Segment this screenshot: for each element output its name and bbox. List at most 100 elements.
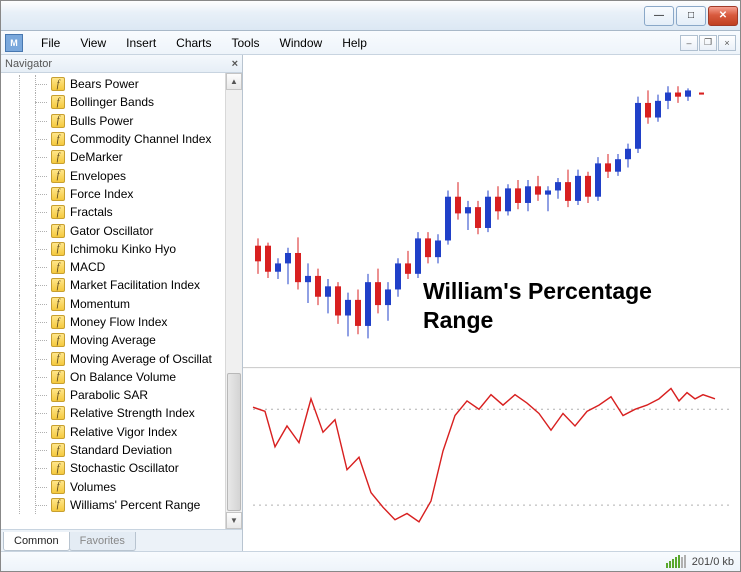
indicator-label: Envelopes [70,169,126,183]
indicator-label: On Balance Volume [70,370,176,384]
indicator-item[interactable]: f Gator Oscillator [3,221,224,239]
indicator-item[interactable]: f Ichimoku Kinko Hyo [3,240,224,258]
indicator-icon: f [51,388,65,402]
indicator-label: DeMarker [70,150,123,164]
indicator-icon: f [51,187,65,201]
menubar: M File View Insert Charts Tools Window H… [1,31,740,55]
mdi-minimize-button[interactable]: – [680,35,698,51]
indicator-label: Momentum [70,297,130,311]
indicator-icon: f [51,132,65,146]
indicator-icon: f [51,498,65,512]
indicator-label: Force Index [70,187,133,201]
indicator-label: Relative Vigor Index [70,425,177,439]
menu-window[interactable]: Window [270,34,333,52]
indicator-label: Ichimoku Kinko Hyo [70,242,176,256]
indicator-item[interactable]: f Bulls Power [3,112,224,130]
indicator-item[interactable]: f Relative Strength Index [3,404,224,422]
chart-annotation-line1: William's Percentage [423,277,652,306]
window-close-button[interactable]: ✕ [708,6,738,26]
window-titlebar: — □ ✕ [1,1,740,31]
indicator-icon: f [51,150,65,164]
navigator-scrollbar[interactable]: ▲ ▼ [225,73,242,529]
connection-bars-icon [666,555,686,568]
scroll-thumb[interactable] [227,373,241,511]
indicator-label: Money Flow Index [70,315,167,329]
indicator-icon: f [51,425,65,439]
indicator-item[interactable]: fStandard Deviation [3,441,224,459]
navigator-panel: Navigator × fBears PowerfBollinger Bands… [1,55,243,551]
app-icon: M [5,34,23,52]
indicator-icon: f [51,352,65,366]
chart-annotation-line2: Range [423,306,652,335]
mdi-close-button[interactable]: × [718,35,736,51]
indicator-label: Volumes [70,480,116,494]
status-kb-label: 201/0 kb [692,556,734,568]
indicator-item[interactable]: fMoving Average [3,331,224,349]
indicator-item[interactable]: f Force Index [3,185,224,203]
indicator-label: Bulls Power [70,114,133,128]
indicator-icon: f [51,297,65,311]
menu-help[interactable]: Help [332,34,377,52]
navigator-close-button[interactable]: × [232,58,238,70]
indicator-icon: f [51,224,65,238]
scroll-up-button[interactable]: ▲ [226,73,242,90]
navigator-tab-favorites[interactable]: Favorites [69,532,136,551]
scroll-down-button[interactable]: ▼ [226,512,242,529]
statusbar: 201/0 kb [1,551,740,571]
indicator-label: Relative Strength Index [70,406,195,420]
indicator-item[interactable]: f Envelopes [3,166,224,184]
navigator-tree: fBears PowerfBollinger BandsfBulls Power… [1,73,242,529]
menu-insert[interactable]: Insert [116,34,166,52]
indicator-icon: f [51,114,65,128]
indicator-item[interactable]: f Momentum [3,295,224,313]
indicator-item[interactable]: f Parabolic SAR [3,386,224,404]
indicator-label: Gator Oscillator [70,224,153,238]
indicator-item[interactable]: f Relative Vigor Index [3,423,224,441]
indicator-icon: f [51,406,65,420]
indicator-item[interactable]: f MACD [3,258,224,276]
indicator-icon: f [51,205,65,219]
chart-area[interactable]: William's Percentage Range [243,55,740,551]
navigator-title-label: Navigator [5,58,52,70]
menu-charts[interactable]: Charts [166,34,221,52]
indicator-item[interactable]: fBollinger Bands [3,93,224,111]
indicator-label: Moving Average of Oscillat [70,352,212,366]
indicator-label: Fractals [70,205,113,219]
mdi-restore-button[interactable]: ❐ [699,35,717,51]
indicator-label: Standard Deviation [70,443,172,457]
indicator-label: MACD [70,260,105,274]
indicator-item[interactable]: f Fractals [3,203,224,221]
indicator-item[interactable]: fMoney Flow Index [3,313,224,331]
indicator-label: Parabolic SAR [70,388,148,402]
menu-tools[interactable]: Tools [222,34,270,52]
indicator-icon: f [51,242,65,256]
indicator-label: Bears Power [70,77,139,91]
indicator-icon: f [51,370,65,384]
indicator-label: Stochastic Oscillator [70,461,179,475]
navigator-tab-common[interactable]: Common [3,532,70,551]
indicator-icon: f [51,260,65,274]
menu-file[interactable]: File [31,34,70,52]
navigator-tabs: Common Favorites [1,529,242,551]
indicator-item[interactable]: f Williams' Percent Range [3,496,224,514]
window-minimize-button[interactable]: — [644,6,674,26]
indicator-item[interactable]: f Commodity Channel Index [3,130,224,148]
indicator-label: Bollinger Bands [70,95,154,109]
indicator-item[interactable]: f DeMarker [3,148,224,166]
window-maximize-button[interactable]: □ [676,6,706,26]
chart-annotation: William's Percentage Range [423,277,652,335]
indicator-item[interactable]: f On Balance Volume [3,368,224,386]
indicator-icon: f [51,333,65,347]
indicator-icon: f [51,169,65,183]
navigator-title: Navigator × [1,55,242,73]
indicator-item[interactable]: fVolumes [3,478,224,496]
indicator-item[interactable]: f Moving Average of Oscillat [3,349,224,367]
indicator-item[interactable]: f Market Facilitation Index [3,276,224,294]
indicator-label: Williams' Percent Range [70,498,200,512]
indicator-label: Market Facilitation Index [70,278,200,292]
menu-view[interactable]: View [70,34,116,52]
indicator-item[interactable]: fStochastic Oscillator [3,459,224,477]
indicator-label: Commodity Channel Index [70,132,211,146]
indicator-icon: f [51,278,65,292]
indicator-item[interactable]: fBears Power [3,75,224,93]
